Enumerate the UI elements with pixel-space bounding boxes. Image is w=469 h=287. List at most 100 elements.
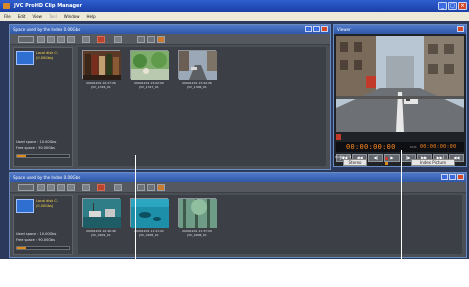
- drive-panel: Local disk C: (0.00Gbs) Used space : 10.…: [13, 195, 73, 255]
- drive-sub: (0.00Gbs): [36, 204, 54, 208]
- pane-close-button[interactable]: [321, 26, 328, 32]
- clip-label: 20091201 11:37:20 JVC_0006_01: [182, 229, 212, 237]
- thumbnail-view-icon[interactable]: [147, 36, 155, 43]
- menu-file[interactable]: File: [4, 12, 11, 21]
- record-indicator-icon: [385, 157, 388, 160]
- stereo-select[interactable]: Stereo: [343, 159, 367, 166]
- menu-edit[interactable]: Edit: [18, 12, 26, 21]
- pane-controls: [305, 26, 328, 32]
- clip-thumbnail[interactable]: [82, 50, 121, 80]
- pane-title: Space used by the Index 0.00Gbs: [13, 27, 81, 32]
- rotate-icon[interactable]: [67, 36, 75, 43]
- viewer-title-bar: Viewer: [334, 25, 466, 34]
- delete-icon[interactable]: [97, 36, 105, 43]
- pane-controls: [441, 174, 464, 180]
- aquarium-thumbnail-image: [131, 199, 169, 228]
- rotate-icon[interactable]: [67, 184, 75, 191]
- back-icon[interactable]: [18, 184, 34, 191]
- app-icon: [3, 3, 10, 9]
- audio-row: Audio CH Stereo Index Picture: [335, 155, 463, 167]
- street-thumbnail-image: [179, 51, 217, 80]
- pane-title-bar: Space used by the Index 0.00Gbs: [10, 173, 466, 182]
- viewer-pane: Viewer 00:00:00:00 DUR 00:00:00:00 |◀◀ ◀…: [333, 24, 467, 167]
- copy-icon[interactable]: [47, 184, 55, 191]
- export-icon[interactable]: [114, 184, 122, 191]
- menu-help[interactable]: Help: [87, 12, 96, 21]
- import-icon[interactable]: [37, 36, 45, 43]
- duration-label: DUR: [410, 145, 417, 149]
- mark-in-icon[interactable]: [336, 134, 341, 140]
- maximize-button[interactable]: □: [448, 2, 457, 10]
- clip-label: 20091201 10:40:46 JVC_0001_01: [86, 229, 116, 237]
- disk-usage-bar: [16, 154, 70, 158]
- copy-icon[interactable]: [47, 36, 55, 43]
- bottles-thumbnail-image: [83, 51, 121, 80]
- used-space-text: Used space : 10.00Gbs: [16, 232, 57, 236]
- window-title-bar: JVC ProHD Clip Manager _ □ ×: [0, 0, 469, 12]
- window-title: JVC ProHD Clip Manager: [14, 3, 82, 9]
- clip-thumbnail-area: 20091201 10:27:26 JVC_1316_01 20091201 1…: [78, 47, 326, 166]
- disk-usage-fill: [17, 155, 27, 157]
- viewer-title: Viewer: [337, 27, 351, 32]
- paste-icon[interactable]: [57, 36, 65, 43]
- timecode-display: 00:00:00:00 DUR 00:00:00:00: [336, 142, 464, 152]
- drive-sub: (0.00Gbs): [36, 56, 54, 60]
- window-controls: _ □ ×: [438, 2, 467, 10]
- viewer-controls: [457, 26, 464, 32]
- clip-thumbnail[interactable]: [178, 50, 217, 80]
- boats-thumbnail-image: [83, 199, 121, 228]
- pane-title: Space used by the Index 0.00Gbs: [13, 175, 81, 180]
- menu-bar: File Edit View Tool Window Help: [0, 12, 469, 21]
- garden-thumbnail-image: [131, 51, 169, 80]
- menu-window[interactable]: Window: [64, 12, 80, 21]
- level-indicator-icon: [385, 162, 388, 165]
- pane-minimize-button[interactable]: [441, 174, 448, 180]
- current-timecode: 00:00:00:00: [346, 143, 396, 151]
- drive-panel: Local disk C: (0.00Gbs) Used space : 10.…: [13, 47, 73, 167]
- duration-timecode: 00:00:00:00: [420, 144, 457, 150]
- index-picture-button[interactable]: Index Picture: [411, 159, 455, 166]
- trees-thumbnail-image: [179, 199, 217, 228]
- free-space-text: Free space : 90.00Gbs: [16, 238, 55, 242]
- cut-icon[interactable]: [82, 36, 90, 43]
- pane-close-button[interactable]: [457, 174, 464, 180]
- viewer-close-button[interactable]: [457, 26, 464, 32]
- back-icon[interactable]: [18, 36, 34, 43]
- export-icon[interactable]: [114, 36, 122, 43]
- clip-label: 20091201 11:21:22 JVC_0005_01: [134, 229, 164, 237]
- close-button[interactable]: ×: [458, 2, 467, 10]
- pane-minimize-button[interactable]: [305, 26, 312, 32]
- cut-icon[interactable]: [82, 184, 90, 191]
- pane-title-bar: Space used by the Index 0.00Gbs: [10, 25, 330, 34]
- paste-icon[interactable]: [57, 184, 65, 191]
- menu-view[interactable]: View: [32, 12, 42, 21]
- callout-line-browser: [135, 155, 136, 287]
- large-thumbnail-view-icon[interactable]: [157, 184, 165, 191]
- thumbnail-view-icon[interactable]: [147, 184, 155, 191]
- large-thumbnail-view-icon[interactable]: [157, 36, 165, 43]
- minimize-button[interactable]: _: [438, 2, 447, 10]
- clip-label: 20091201 13:02:00 JVC_1317_01: [134, 81, 164, 89]
- clip-thumbnail[interactable]: [130, 50, 169, 80]
- hard-drive-icon[interactable]: [16, 199, 34, 213]
- clip-label: 20091201 13:42:26 JVC_1306_01: [182, 81, 212, 89]
- bottom-clip-browser-pane: Space used by the Index 0.00Gbs Local di…: [9, 172, 467, 258]
- pane-maximize-button[interactable]: [313, 26, 320, 32]
- free-space-text: Free space : 90.00Gbs: [16, 146, 55, 150]
- browser-toolbar: [10, 34, 330, 45]
- import-icon[interactable]: [37, 184, 45, 191]
- pane-maximize-button[interactable]: [449, 174, 456, 180]
- menu-tool[interactable]: Tool: [49, 12, 57, 21]
- list-view-icon[interactable]: [137, 36, 145, 43]
- clip-thumbnail[interactable]: [178, 198, 217, 228]
- hard-drive-icon[interactable]: [16, 51, 34, 65]
- clip-label: 20091201 10:27:26 JVC_1316_01: [86, 81, 116, 89]
- list-view-icon[interactable]: [137, 184, 145, 191]
- callout-line-viewer: [401, 150, 402, 287]
- clip-thumbnail[interactable]: [82, 198, 121, 228]
- disk-usage-bar: [16, 246, 70, 250]
- clip-manager-window: JVC ProHD Clip Manager _ □ × File Edit V…: [0, 0, 469, 259]
- video-preview[interactable]: [336, 36, 464, 132]
- top-clip-browser-pane: Space used by the Index 0.00Gbs Local di…: [9, 24, 331, 170]
- delete-icon[interactable]: [97, 184, 105, 191]
